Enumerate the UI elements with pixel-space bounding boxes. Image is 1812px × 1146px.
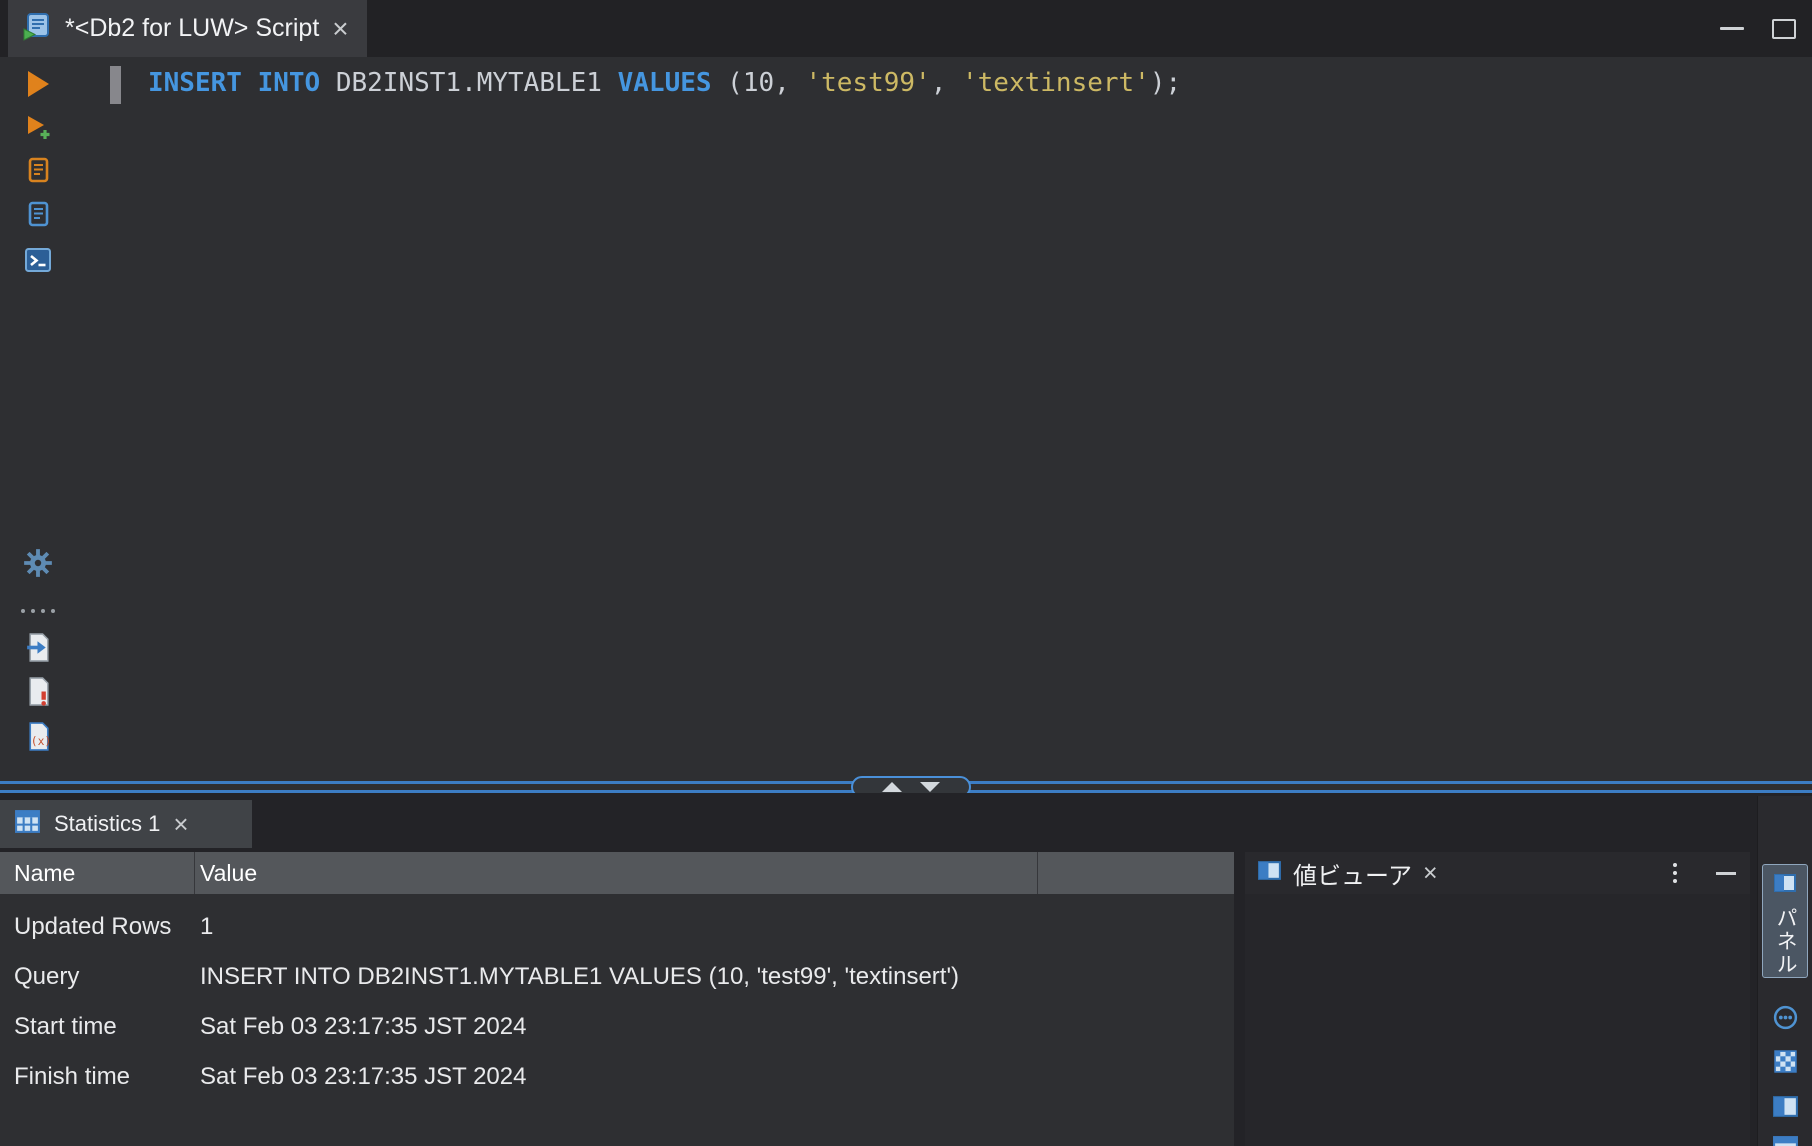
output-document-icon bbox=[24, 632, 53, 668]
statistics-grid-icon bbox=[14, 808, 41, 840]
play-icon bbox=[27, 71, 49, 97]
sql-table-ref: DB2INST1.MYTABLE1 bbox=[320, 68, 618, 98]
sql-code-line: INSERT INTO DB2INST1.MYTABLE1 VALUES (10… bbox=[148, 63, 1181, 103]
sql-editor-window: *<Db2 for LUW> Script × INSERT INTO DB2I… bbox=[0, 0, 1812, 1146]
explain-plan-button[interactable] bbox=[16, 196, 60, 238]
error-document-icon bbox=[24, 676, 53, 712]
sql-keyword-values: VALUES bbox=[617, 68, 712, 98]
partial-grid-icon bbox=[1772, 1134, 1799, 1146]
strip-button-records[interactable] bbox=[1769, 1004, 1801, 1036]
sql-comma: , bbox=[930, 68, 962, 98]
strip-button-partial[interactable] bbox=[1769, 1134, 1801, 1146]
table-row[interactable]: Query INSERT INTO DB2INST1.MYTABLE1 VALU… bbox=[0, 952, 1234, 1002]
execute-script-button[interactable] bbox=[16, 152, 60, 194]
column-header-name[interactable]: Name bbox=[0, 860, 194, 887]
value-viewer-header: 値ビューア × bbox=[1245, 852, 1750, 894]
script-orange-icon bbox=[24, 156, 53, 190]
stat-value: Sat Feb 03 23:17:35 JST 2024 bbox=[200, 1063, 527, 1090]
sql-console-button[interactable] bbox=[16, 241, 60, 283]
show-problems-button[interactable] bbox=[16, 673, 60, 715]
tab-close-icon[interactable]: × bbox=[332, 14, 348, 43]
statistics-table-body: Updated Rows 1 Query INSERT INTO DB2INST… bbox=[0, 894, 1234, 1146]
tab-title: *<Db2 for LUW> Script bbox=[65, 14, 320, 42]
settings-button[interactable] bbox=[16, 544, 60, 586]
circle-dots-icon bbox=[1772, 1004, 1799, 1036]
minimize-window-icon[interactable] bbox=[1720, 27, 1744, 30]
minimize-panel-icon[interactable] bbox=[1716, 871, 1736, 875]
play-plus-icon bbox=[22, 111, 54, 148]
strip-button-split-panel[interactable] bbox=[1769, 1093, 1801, 1125]
editor-tab-bar: *<Db2 for LUW> Script × bbox=[0, 0, 1812, 57]
overflow-dots-icon bbox=[21, 609, 55, 613]
stat-name: Finish time bbox=[14, 1063, 131, 1090]
panels-vertical-label: パネル bbox=[1774, 907, 1797, 976]
statistics-tab-close-icon[interactable]: × bbox=[173, 810, 188, 838]
table-row[interactable]: Start time Sat Feb 03 23:17:35 JST 2024 bbox=[0, 1002, 1234, 1052]
table-row[interactable]: Finish time Sat Feb 03 23:17:35 JST 2024 bbox=[0, 1052, 1234, 1102]
terminal-icon bbox=[23, 245, 53, 280]
statistics-tab-label: Statistics 1 bbox=[54, 811, 161, 836]
panels-icon bbox=[1773, 871, 1797, 900]
stat-value: Sat Feb 03 23:17:35 JST 2024 bbox=[200, 1013, 527, 1040]
table-row[interactable]: Updated Rows 1 bbox=[0, 902, 1234, 952]
checker-grid-icon bbox=[1772, 1048, 1799, 1080]
sql-editor-surface[interactable] bbox=[76, 57, 1812, 778]
sql-string-literal-2: 'textinsert' bbox=[962, 68, 1150, 98]
show-variables-button[interactable]: (x) bbox=[16, 718, 60, 760]
column-divider[interactable] bbox=[194, 852, 195, 894]
sql-script-icon bbox=[22, 11, 52, 46]
stat-name: Updated Rows bbox=[14, 913, 172, 940]
stat-value: 1 bbox=[200, 913, 214, 940]
show-output-button[interactable] bbox=[16, 629, 60, 671]
script-blue-icon bbox=[24, 200, 53, 234]
maximize-window-icon[interactable] bbox=[1772, 18, 1796, 39]
variables-document-icon: (x) bbox=[24, 721, 53, 757]
window-controls bbox=[1720, 0, 1796, 57]
column-header-value[interactable]: Value bbox=[194, 860, 1234, 887]
kebab-menu-icon[interactable] bbox=[1673, 863, 1677, 883]
sql-paren-number: (10, bbox=[711, 68, 806, 98]
strip-item-panels[interactable]: パネル bbox=[1762, 864, 1808, 978]
strip-button-grid[interactable] bbox=[1769, 1048, 1801, 1080]
sql-keyword: INSERT INTO bbox=[148, 68, 321, 98]
gutter-change-bar bbox=[110, 66, 121, 104]
stat-name: Query bbox=[14, 963, 80, 990]
execute-new-tab-button[interactable] bbox=[16, 108, 60, 150]
execute-statement-button[interactable] bbox=[16, 63, 60, 105]
collapse-down-icon[interactable] bbox=[920, 782, 940, 792]
value-viewer-body[interactable] bbox=[1245, 894, 1750, 1146]
sql-string-literal: 'test99' bbox=[805, 68, 931, 98]
column-divider[interactable] bbox=[1037, 852, 1038, 894]
statistics-table-header: Name Value bbox=[0, 852, 1234, 894]
toolbar-overflow-button[interactable] bbox=[16, 590, 60, 632]
tab-sql-script[interactable]: *<Db2 for LUW> Script × bbox=[8, 0, 367, 57]
svg-text:(x): (x) bbox=[30, 734, 51, 748]
collapse-up-icon[interactable] bbox=[882, 782, 902, 792]
gear-icon bbox=[22, 547, 54, 584]
value-viewer-tab-label: 値ビューア bbox=[1293, 862, 1413, 890]
value-viewer-close-icon[interactable]: × bbox=[1423, 859, 1438, 887]
sql-close-semicolon: ); bbox=[1149, 68, 1182, 98]
split-panel-icon bbox=[1772, 1093, 1799, 1125]
tab-statistics[interactable]: Statistics 1 × bbox=[0, 800, 252, 848]
value-viewer-icon bbox=[1257, 858, 1282, 888]
stat-name: Start time bbox=[14, 1013, 117, 1040]
stat-value: INSERT INTO DB2INST1.MYTABLE1 VALUES (10… bbox=[200, 963, 960, 990]
